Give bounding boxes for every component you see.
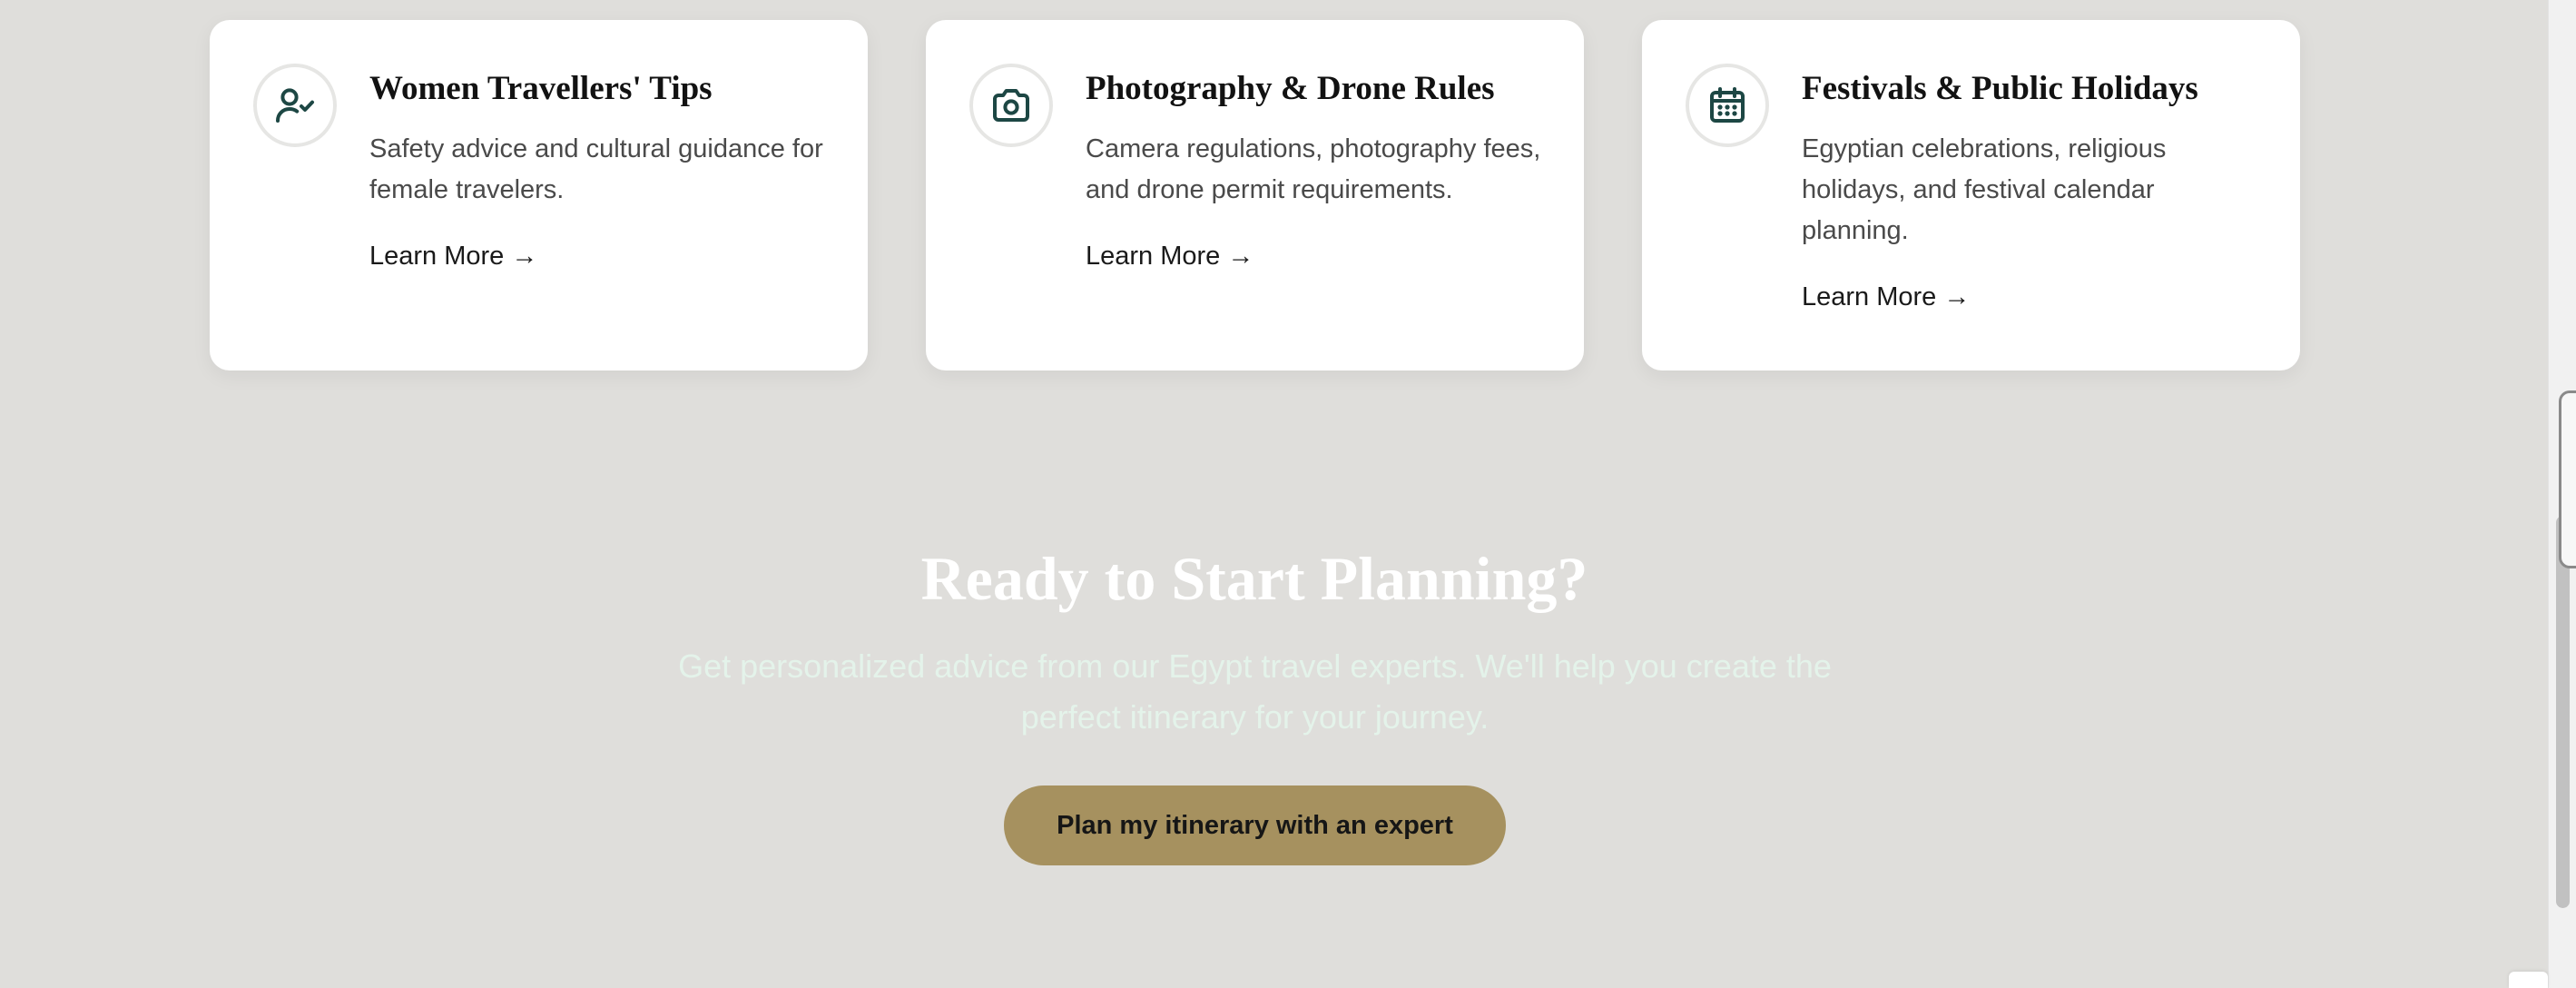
page: Women Travellers' Tips Safety advice and… <box>0 0 2576 988</box>
card-body: Festivals & Public Holidays Egyptian cel… <box>1802 67 2264 315</box>
learn-more-link[interactable]: Learn More → <box>1086 238 1254 274</box>
card-description: Safety advice and cultural guidance for … <box>369 134 823 204</box>
camera-icon <box>969 64 1053 147</box>
card-photography-drone-rules: Photography & Drone Rules Camera regulat… <box>926 20 1584 370</box>
plan-itinerary-button[interactable]: Plan my itinerary with an expert <box>1004 785 1506 865</box>
card-description: Egyptian celebrations, religious holiday… <box>1802 134 2167 245</box>
card-festivals-public-holidays: Festivals & Public Holidays Egyptian cel… <box>1642 20 2300 370</box>
user-check-icon <box>253 64 337 147</box>
card-body: Photography & Drone Rules Camera regulat… <box>1086 67 1548 274</box>
card-title: Festivals & Public Holidays <box>1802 70 2198 107</box>
card-title: Photography & Drone Rules <box>1086 70 1495 107</box>
learn-more-link[interactable]: Learn More → <box>369 238 537 274</box>
side-tab-handle[interactable] <box>2559 390 2576 568</box>
cta-subtitle: Get personalized advice from our Egypt t… <box>678 647 1832 736</box>
learn-more-link[interactable]: Learn More → <box>1802 279 1970 315</box>
card-title: Women Travellers' Tips <box>369 70 713 107</box>
card-body: Women Travellers' Tips Safety advice and… <box>369 67 831 274</box>
card-description: Camera regulations, photography fees, an… <box>1086 134 1541 204</box>
cta-title: Ready to Start Planning? <box>920 544 1588 613</box>
scrollbar-thumb[interactable] <box>2556 516 2570 908</box>
corner-widget[interactable] <box>2509 972 2548 988</box>
card-women-travellers-tips: Women Travellers' Tips Safety advice and… <box>210 20 868 370</box>
calendar-icon <box>1686 64 1769 147</box>
